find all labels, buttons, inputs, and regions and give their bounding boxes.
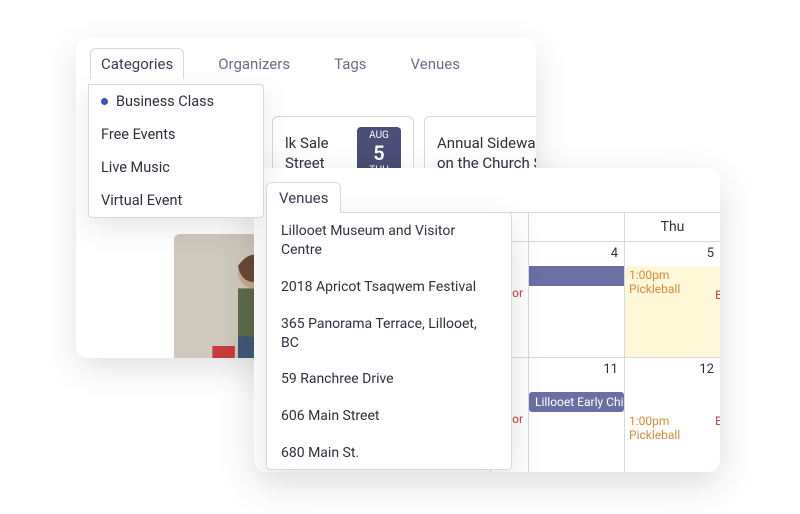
edge-fragment: E xyxy=(715,414,720,428)
calendar-header: Thu xyxy=(490,212,720,242)
month: AUG xyxy=(359,130,399,141)
active-dot-icon xyxy=(101,98,108,105)
category-item-free-events[interactable]: Free Events xyxy=(89,118,263,151)
category-label: Virtual Event xyxy=(101,192,182,209)
category-label: Free Events xyxy=(101,126,176,143)
tab-venues-open[interactable]: Venues xyxy=(266,182,341,213)
filter-tabs: Categories Organizers Tags Venues xyxy=(76,38,536,85)
venue-item[interactable]: 365 Panorama Terrace, Lillooet, BC xyxy=(267,306,511,362)
category-label: Business Class xyxy=(116,93,214,110)
calendar-header-cell xyxy=(528,213,624,241)
calendar-day-cell[interactable]: 5 1:00pm Pickleball E xyxy=(624,242,720,357)
venue-item[interactable]: 59 Ranchree Drive xyxy=(267,361,511,398)
calendar-card: Venues Lillooet Museum and Visitor Centr… xyxy=(254,168,720,472)
calendar-event-band[interactable]: Lillooet Early Childh… xyxy=(529,392,624,412)
calendar-day-cell[interactable]: 12 1:00pm Pickleball E xyxy=(624,358,720,472)
tab-tags[interactable]: Tags xyxy=(324,49,376,79)
calendar-row: od For ve 4 ildh… 5 1:00pm Pickleball E xyxy=(490,242,720,358)
calendar-day-cell[interactable]: 4 ildh… xyxy=(528,242,624,357)
day-number: 4 xyxy=(611,246,618,261)
category-label: Live Music xyxy=(101,159,170,176)
day-number: 11 xyxy=(603,362,618,377)
category-item-business-class[interactable]: Business Class xyxy=(89,85,263,118)
venues-dropdown: Lillooet Museum and Visitor Centre 2018 … xyxy=(266,212,512,470)
calendar-row: od For e 11 Lillooet Early Childh… 12 1:… xyxy=(490,358,720,472)
day: 5 xyxy=(359,143,399,163)
calendar-event[interactable]: 1:00pm Pickleball xyxy=(629,414,720,442)
calendar-event-band[interactable]: ildh… xyxy=(528,266,624,286)
categories-dropdown: Business Class Free Events Live Music Vi… xyxy=(88,84,264,218)
tab-organizers[interactable]: Organizers xyxy=(208,49,300,79)
category-item-live-music[interactable]: Live Music xyxy=(89,151,263,184)
edge-fragment: E xyxy=(715,288,720,302)
category-item-virtual-event[interactable]: Virtual Event xyxy=(89,184,263,217)
venue-item[interactable]: 2018 Apricot Tsaqwem Festival xyxy=(267,269,511,306)
calendar-grid: Thu od For ve 4 ildh… 5 1:00pm Picklebal… xyxy=(490,212,720,472)
calendar-day-cell[interactable]: 11 Lillooet Early Childh… xyxy=(528,358,624,472)
day-number: 12 xyxy=(699,362,714,377)
venue-item[interactable]: 606 Main Street xyxy=(267,398,511,435)
day-number: 5 xyxy=(707,246,714,261)
calendar-event[interactable]: 1:00pm Pickleball xyxy=(629,268,720,296)
calendar-header-cell: Thu xyxy=(624,213,720,241)
venue-item[interactable]: 680 Main St. xyxy=(267,435,511,470)
tab-categories[interactable]: Categories xyxy=(90,48,184,79)
venue-item[interactable]: Lillooet Museum and Visitor Centre xyxy=(267,213,511,269)
tab-venues[interactable]: Venues xyxy=(401,49,470,79)
